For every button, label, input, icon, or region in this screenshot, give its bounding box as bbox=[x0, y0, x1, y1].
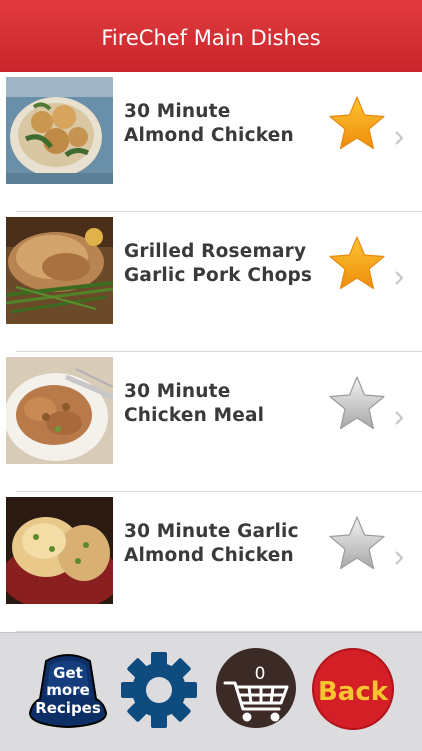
star-filled-icon[interactable] bbox=[326, 234, 388, 296]
get-more-recipes-button[interactable]: Get more Recipes bbox=[26, 651, 110, 731]
chevron-right-icon bbox=[394, 410, 404, 426]
recipe-thumbnail bbox=[6, 77, 113, 184]
star-outline-icon[interactable] bbox=[326, 514, 388, 576]
back-label: Back bbox=[318, 677, 389, 707]
star-outline-icon[interactable] bbox=[326, 374, 388, 436]
chevron-right-icon bbox=[394, 270, 404, 286]
star-filled-icon[interactable] bbox=[326, 94, 388, 156]
recipe-thumbnail bbox=[6, 217, 113, 324]
recipe-thumbnail bbox=[6, 357, 113, 464]
list-item[interactable]: 30 Minute Chicken Meal bbox=[0, 352, 422, 492]
back-button[interactable]: Back bbox=[311, 647, 395, 731]
page-title: FireChef Main Dishes bbox=[101, 26, 321, 50]
gear-icon bbox=[121, 652, 197, 728]
recipe-thumbnail bbox=[6, 497, 113, 604]
header-bar: FireChef Main Dishes bbox=[0, 0, 422, 72]
get-more-line3: Recipes bbox=[35, 699, 101, 717]
recipe-title: 30 Minute Chicken Meal bbox=[124, 381, 265, 426]
list-item[interactable]: 30 Minute Garlic Almond Chicken bbox=[0, 492, 422, 632]
recipe-title: 30 Minute Garlic Almond Chicken bbox=[124, 521, 299, 566]
recipe-title: Grilled Rosemary Garlic Pork Chops bbox=[124, 241, 313, 286]
list-item[interactable]: Grilled Rosemary Garlic Pork Chops bbox=[0, 212, 422, 352]
get-more-line1: Get bbox=[53, 664, 83, 682]
bottom-toolbar: Get more Recipes 0 Back bbox=[0, 632, 422, 751]
settings-button[interactable] bbox=[120, 651, 198, 729]
chevron-right-icon bbox=[394, 550, 404, 566]
list-item[interactable]: 30 Minute Almond Chicken bbox=[0, 72, 422, 212]
recipe-title: 30 Minute Almond Chicken bbox=[124, 101, 294, 146]
cart-count: 0 bbox=[255, 664, 266, 684]
get-more-line2: more bbox=[46, 681, 90, 699]
recipe-list[interactable]: 30 Minute Almond Chicken Grilled Rosemar… bbox=[0, 72, 422, 632]
chevron-right-icon bbox=[394, 130, 404, 146]
cart-button[interactable]: 0 bbox=[215, 647, 297, 729]
